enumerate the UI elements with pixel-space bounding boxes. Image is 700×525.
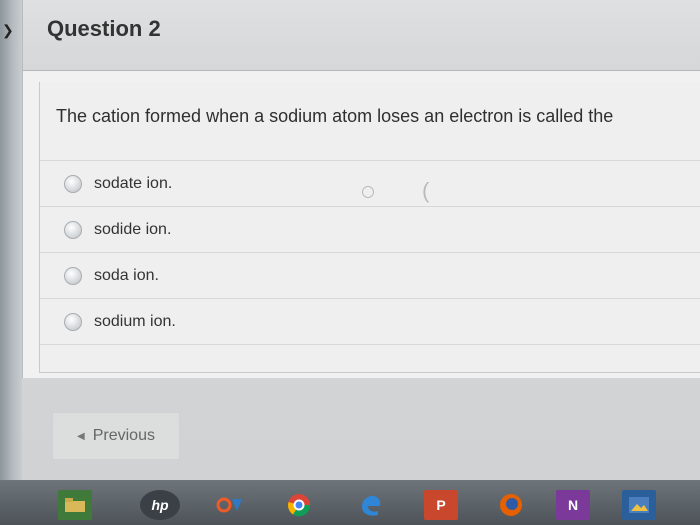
- folder-icon[interactable]: [58, 490, 92, 520]
- onenote-icon[interactable]: N: [556, 490, 590, 520]
- answer-option[interactable]: sodate ion.: [40, 160, 700, 206]
- radio-button[interactable]: [64, 174, 82, 193]
- hp-icon[interactable]: hp: [140, 490, 180, 520]
- chevron-right-icon[interactable]: ❯: [2, 22, 14, 39]
- edge-icon[interactable]: [354, 490, 388, 520]
- chevron-left-icon: ◀: [77, 430, 85, 442]
- powerpoint-letter: P: [436, 497, 446, 513]
- radio-button[interactable]: [64, 220, 82, 239]
- question-header: Question 2: [23, 0, 700, 71]
- answer-options: sodate ion. sodide ion. soda ion. sodium…: [40, 160, 700, 345]
- previous-label: Previous: [92, 427, 155, 444]
- radio-button[interactable]: [64, 312, 82, 331]
- question-body: The cation formed when a sodium atom los…: [39, 82, 700, 373]
- question-card: Question 2 The cation formed when a sodi…: [22, 0, 700, 378]
- office-icon[interactable]: [212, 490, 248, 520]
- answer-option-label: sodate ion.: [94, 174, 173, 192]
- hp-logo-text: hp: [151, 497, 169, 513]
- answer-option[interactable]: sodium ion.: [40, 298, 700, 345]
- question-title: Question 2: [47, 16, 161, 41]
- powerpoint-icon[interactable]: P: [424, 490, 458, 520]
- answer-option-label: sodide ion.: [94, 220, 172, 238]
- question-text: The cation formed when a sodium atom los…: [56, 106, 614, 126]
- chrome-icon[interactable]: [282, 490, 316, 520]
- left-gutter: ❯: [0, 0, 22, 492]
- photos-icon[interactable]: [622, 490, 656, 520]
- answer-option-label: soda ion.: [94, 266, 159, 284]
- answer-option[interactable]: sodide ion.: [40, 206, 700, 252]
- answer-option-label: sodium ion.: [94, 312, 176, 330]
- answer-option[interactable]: soda ion.: [40, 252, 700, 298]
- radio-button[interactable]: [64, 266, 82, 285]
- onenote-letter: N: [567, 497, 579, 513]
- firefox-icon[interactable]: [494, 490, 528, 520]
- previous-button[interactable]: ◀ Previous: [52, 412, 180, 460]
- taskbar: [0, 480, 700, 525]
